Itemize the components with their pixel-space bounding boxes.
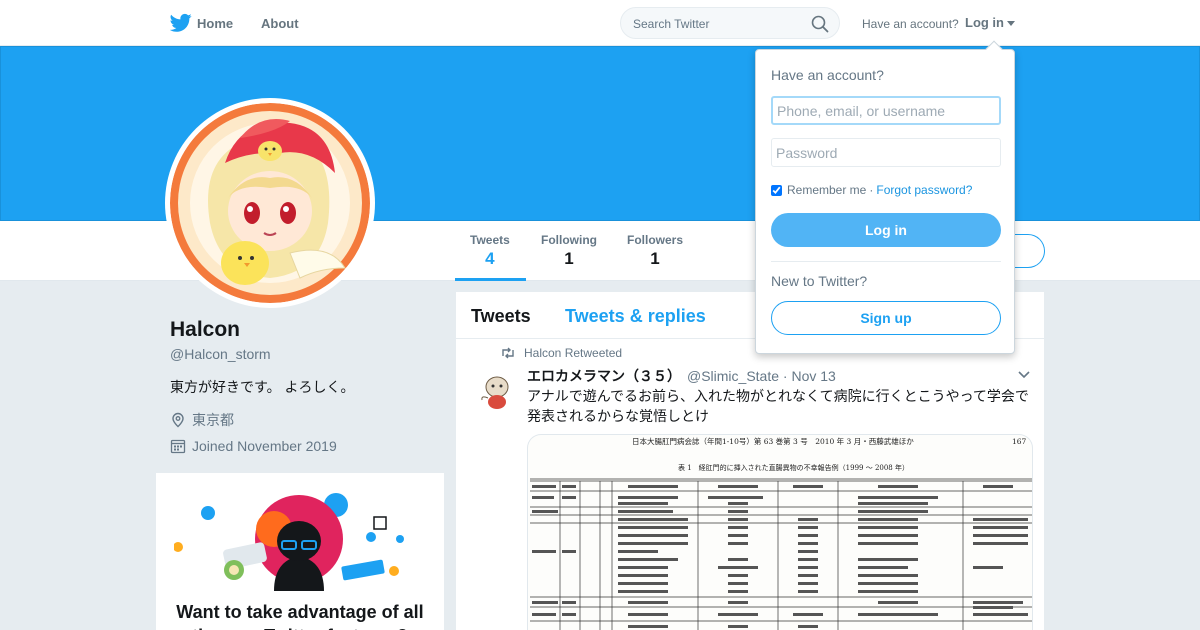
joined-text: Joined November 2019 [192,438,337,454]
tweet-author-handle[interactable]: @Slimic_State [687,368,779,384]
stat-label: Tweets [470,233,510,247]
scan-table-title: 表 1 経肛門的に挿入された直腸異物の不幸報告例（1999 ～ 2008 年） [678,463,909,472]
signup-promo-card: Want to take advantage of all the new Tw… [156,473,444,630]
login-dropdown: Have an account? Remember me · Forgot pa… [755,40,1015,354]
forgot-password-link[interactable]: Forgot password? [876,183,972,197]
signup-button[interactable]: Sign up [771,301,1001,335]
remember-row: Remember me · Forgot password? [771,183,972,197]
scan-header: 日本大腸肛門病会誌（年間1-10号）第 63 巻第 3 号 2010 年 3 月… [632,436,914,446]
promo-title: Want to take advantage of all the new Tw… [176,602,424,630]
dropdown-title: Have an account? [771,67,884,83]
caret-down-icon [1007,21,1015,27]
retweet-icon [502,347,514,359]
profile-avatar[interactable] [165,98,375,308]
author-avatar-image [476,370,518,412]
login-menu-button[interactable]: Log in [965,15,1015,30]
tweet-author-avatar[interactable] [476,370,518,412]
chevron-down-icon[interactable] [1017,370,1031,380]
stat-tweets[interactable]: Tweets 4 [470,233,510,269]
document-scan: 日本大腸肛門病会誌（年間1-10号）第 63 巻第 3 号 2010 年 3 月… [530,436,1032,630]
scan-table-text-lines [532,485,1028,628]
about-link[interactable]: About [261,16,299,31]
twitter-bird-icon[interactable] [170,13,192,33]
stat-value: 1 [650,249,660,268]
password-input[interactable] [771,138,1001,167]
tweet-date[interactable]: · Nov 13 [783,368,836,384]
promo-illustration [174,493,404,591]
separator-dot: · [869,183,874,197]
dropdown-divider [771,261,1001,262]
tweet-text: アナルで遊んでるお前ら、入れた物がとれなくて病院に行くとこうやって学会で発表され… [527,388,1029,424]
scan-table-rules [530,478,1032,630]
login-button[interactable]: Log in [771,213,1001,247]
stat-value: 4 [485,249,495,268]
tweet-header: エロカメラマン（３５） @Slimic_State · Nov 13 [527,366,836,386]
profile-handle: @Halcon_storm [170,346,271,362]
stat-label: Following [541,233,597,247]
stat-label: Followers [627,233,684,247]
home-link[interactable]: Home [197,16,233,31]
tab-tweets[interactable]: Tweets [471,306,531,327]
search-placeholder: Search Twitter [633,17,710,31]
avatar-illustration [170,103,370,303]
search-input[interactable]: Search Twitter [620,7,840,39]
stat-followers[interactable]: Followers 1 [627,233,683,269]
username-input[interactable] [771,96,1001,125]
profile-joined: Joined November 2019 [170,438,337,454]
new-to-twitter-text: New to Twitter? [771,273,868,289]
calendar-icon [170,439,186,454]
tweet-media-image[interactable]: 日本大腸肛門病会誌（年間1-10号）第 63 巻第 3 号 2010 年 3 月… [527,434,1033,630]
search-icon[interactable] [811,15,829,33]
top-navigation: Home About Search Twitter Have an accoun… [0,0,1200,46]
location-text: 東京都 [192,412,234,428]
active-tab-indicator [455,278,526,281]
scan-page-number: 167 [1012,437,1027,446]
retweet-context: Halcon Retweeted [500,346,622,360]
tab-tweets-and-replies[interactable]: Tweets & replies [565,306,706,327]
stat-value: 1 [564,249,574,268]
have-account-text: Have an account? [862,17,959,31]
login-menu-label: Log in [965,15,1004,30]
location-pin-icon [172,412,184,428]
remember-checkbox[interactable] [771,184,782,196]
profile-name: Halcon [170,318,241,341]
stat-following[interactable]: Following 1 [541,233,597,269]
profile-location: 東京都 [170,410,234,430]
remember-label[interactable]: Remember me [787,183,866,197]
tweet-author-name[interactable]: エロカメラマン（３５） [527,368,681,384]
profile-bio: 東方が好きです。 よろしく。 [170,379,355,395]
retweeted-by-text[interactable]: Halcon Retweeted [524,346,622,360]
